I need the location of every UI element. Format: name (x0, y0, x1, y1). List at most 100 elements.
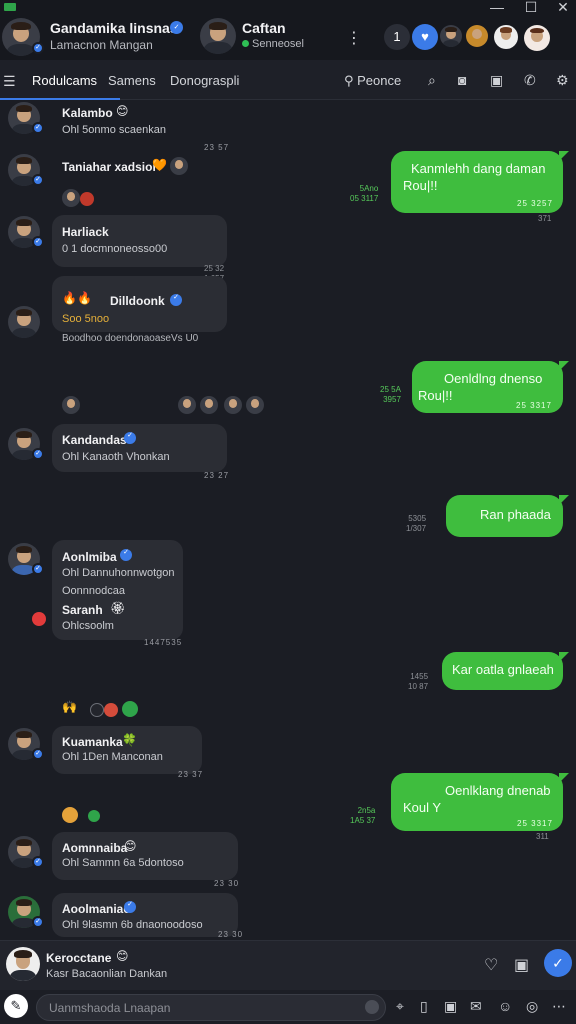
tab-samens[interactable]: Samens (108, 73, 156, 88)
emoji-icon[interactable]: ☺ (498, 998, 512, 1014)
emoji-picker-icon[interactable] (365, 1000, 379, 1014)
confirm-button-icon[interactable]: ✓ (544, 949, 572, 977)
reader-avatar[interactable] (246, 396, 264, 414)
outgoing-message[interactable]: Oenlklang dnenab Koul Y 25 3317 (391, 773, 569, 831)
message-text-line3: Ohlcsoolm (62, 620, 114, 632)
message-sender: Kuamanka (62, 735, 123, 749)
member-avatar[interactable] (440, 25, 462, 47)
message-sender: Aonlmiba (62, 550, 117, 564)
sender-avatar[interactable] (8, 306, 40, 338)
tab-rodulcams[interactable]: Rodulcams (32, 73, 97, 88)
flower-emoji-icon: 🏵 (110, 601, 126, 615)
reaction-icon[interactable] (32, 612, 46, 626)
reactor-avatar[interactable] (62, 189, 80, 207)
message-time: 23 27 (204, 471, 230, 480)
like-icon[interactable]: ♡ (484, 955, 498, 975)
verified-icon: ✓ (170, 294, 182, 306)
message-sender-2: Saranh (62, 603, 103, 617)
outgoing-message[interactable]: Kanmlehh dang daman Rou|!! 25 3257 (391, 151, 569, 213)
mail-icon[interactable]: ✉ (470, 998, 482, 1015)
verified-badge-icon: ✓ (170, 21, 183, 34)
message-sender: Taniahar xadsior (62, 160, 158, 174)
message-time: 23 57 (204, 143, 230, 152)
message-input-placeholder: Uanmshaoda Lnaapan (49, 1001, 171, 1015)
new-chat-icon[interactable]: ✎ (4, 994, 28, 1018)
verified-icon: ✓ (32, 174, 44, 186)
mic-icon[interactable]: ◎ (526, 998, 538, 1015)
reader-avatar[interactable] (62, 396, 80, 414)
incoming-message[interactable]: 🔥🔥 Dilldoonk ✓ Soo 5noo (52, 276, 227, 332)
reaction-icon[interactable] (80, 192, 94, 206)
attach-icon[interactable]: ▯ (420, 998, 428, 1015)
check-reaction-icon[interactable] (122, 701, 138, 717)
incoming-message[interactable]: Aonlmiba ✓ Ohl Dannuhonnwotgon Oonnnodca… (52, 540, 183, 640)
message-time: 25 3257 (517, 199, 553, 208)
reader-avatar[interactable] (224, 396, 242, 414)
outgoing-message[interactable]: Oenldlng dnenso Rou|!! 25 3317 (412, 361, 569, 413)
outgoing-message[interactable]: Ran phaada (446, 495, 569, 537)
message-time: 25 3317 (517, 819, 553, 828)
verified-icon: ✓ (32, 122, 44, 134)
maximize-button[interactable]: ☐ (520, 0, 542, 14)
message-text: Ohl 9lasmn 6b dnaonoodoso (62, 919, 203, 931)
message-text: Ohl Dannuhonnwotgon (62, 567, 175, 579)
message-text: Oenldlng dnenso (444, 371, 543, 386)
more-options-icon[interactable]: ⋮ (346, 28, 362, 48)
message-text: Ohl 5onmo scaenkan (62, 124, 166, 136)
search-icon[interactable]: ⌕ (428, 72, 436, 89)
count-pill[interactable]: 1 (384, 24, 410, 50)
window-header: — ☐ ✕ ✓ Gandamika linsnas ✓ Lamacnon Man… (0, 0, 576, 60)
message-text: Oenlklang dnenab (445, 783, 551, 798)
eyes-reaction-icon[interactable] (90, 703, 104, 717)
camera-icon[interactable]: ◙ (458, 72, 466, 88)
reader-avatar[interactable] (200, 396, 218, 414)
verified-icon: ✓ (120, 549, 132, 561)
tab-peonce[interactable]: ⚲ Peonce (344, 73, 401, 89)
outgoing-message[interactable]: Kar oatla gnlaeah (442, 652, 569, 690)
reply-preview-bar[interactable]: Kerocctane 😊 Kasr Bacaonlian Dankan ♡ ▣ … (0, 940, 576, 990)
verified-icon: ✓ (124, 901, 136, 913)
menu-icon[interactable]: ☰ (3, 73, 16, 90)
message-input[interactable]: Uanmshaoda Lnaapan (36, 994, 386, 1021)
settings-icon[interactable]: ⚙ (556, 72, 569, 89)
verified-icon: ✓ (32, 563, 44, 575)
tab-donograspli[interactable]: Donograspli (170, 73, 239, 88)
message-side-time: 2n5a 1A5 37 (350, 806, 376, 825)
message-text: Ohl Sammn 6a 5dontoso (62, 857, 184, 869)
reactions-button-icon[interactable]: ♥ (412, 24, 438, 50)
incoming-message[interactable]: Aoolmaniae ✓ Ohl 9lasmn 6b dnaonoodoso (52, 893, 238, 937)
message-text-line2: Rou|!! (418, 388, 453, 403)
heart-reaction-icon[interactable] (104, 703, 118, 717)
member-avatar[interactable] (466, 25, 488, 47)
reaction-icon[interactable] (88, 810, 100, 822)
member-avatar[interactable] (494, 25, 518, 49)
more-icon[interactable]: ⋯ (552, 998, 566, 1015)
reader-avatar[interactable] (178, 396, 196, 414)
incoming-message[interactable]: Kuamanka 🍀 Ohl 1Den Manconan (52, 726, 202, 774)
tag-icon[interactable]: ⌖ (396, 998, 404, 1015)
fire-emoji-icon: 🔥🔥 (62, 291, 92, 305)
incoming-message[interactable]: Kandandas ✓ Ohl Kanaoth Vhonkan (52, 424, 227, 472)
image-icon[interactable]: ▣ (444, 998, 457, 1015)
message-sender: Kandandas (62, 433, 127, 447)
raised-hands-emoji-icon[interactable]: 🙌 (62, 700, 77, 714)
call-icon[interactable]: ✆ (524, 72, 536, 89)
contact-avatar[interactable] (200, 18, 236, 54)
member-avatar[interactable] (524, 25, 550, 51)
message-time: 23 30 (214, 879, 240, 888)
incoming-message[interactable]: Aomnnaiba 😊 Ohl Sammn 6a 5dontoso (52, 832, 238, 880)
minimize-button[interactable]: — (486, 0, 508, 14)
video-icon[interactable]: ▣ (490, 72, 503, 89)
message-subline: Boodhoo doendonaoaseVs U0 (62, 333, 199, 344)
close-button[interactable]: ✕ (552, 0, 574, 14)
reactor-avatar[interactable] (170, 157, 188, 175)
message-text: Kanmlehh dang daman (411, 161, 546, 176)
verified-icon: ✓ (32, 916, 44, 928)
gallery-icon[interactable]: ▣ (514, 955, 529, 975)
online-indicator-icon (242, 40, 249, 47)
reaction-icon[interactable] (62, 807, 78, 823)
message-text-line2: Oonnnodcaa (62, 585, 125, 597)
verified-icon: ✓ (32, 236, 44, 248)
message-side-time: 5Ano 05 3117 (350, 184, 379, 203)
incoming-message[interactable]: Harliack 0 1 docmnoneosso00 (52, 215, 227, 267)
